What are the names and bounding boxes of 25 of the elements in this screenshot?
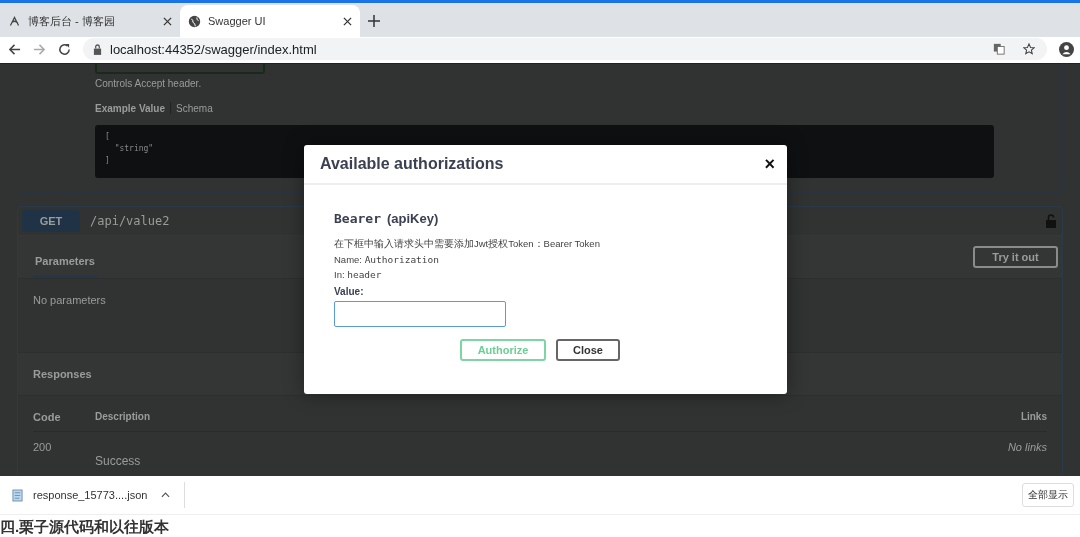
scheme-description: 在下框中输入请求头中需要添加Jwt授权Token：Bearer Token <box>334 237 601 251</box>
method-badge: GET <box>22 210 80 232</box>
response-code: 200 <box>33 441 53 453</box>
column-header: Code <box>33 411 62 423</box>
code-line: ] <box>105 155 110 167</box>
name-value: Authorization <box>364 253 439 265</box>
column-header: Links <box>1019 411 1047 422</box>
code-line: [ <box>105 131 110 143</box>
response-description: Success <box>95 454 142 468</box>
responses-heading: Responses <box>33 368 92 380</box>
scheme-name: Bearer <box>334 211 381 226</box>
value-label: Value: <box>334 285 365 297</box>
in-label: In: <box>334 269 345 280</box>
name-label: Name: <box>334 253 362 265</box>
in-value: header <box>347 269 382 280</box>
endpoint-path: /api/value2 <box>90 214 170 228</box>
article-heading: 四.栗子源代码和以往版本 <box>0 517 171 536</box>
url-text: localhost:44352/swagger/index.html <box>110 41 317 57</box>
response-links: No links <box>1006 441 1047 453</box>
no-parameters-text: No parameters <box>33 294 106 306</box>
content-type-hint: Controls Accept header. <box>95 78 203 89</box>
dialog-title: Available authorizations <box>320 155 504 173</box>
code-line: "string" <box>113 143 154 155</box>
column-header: Description <box>95 411 151 422</box>
scheme-type: (apiKey) <box>386 211 439 226</box>
